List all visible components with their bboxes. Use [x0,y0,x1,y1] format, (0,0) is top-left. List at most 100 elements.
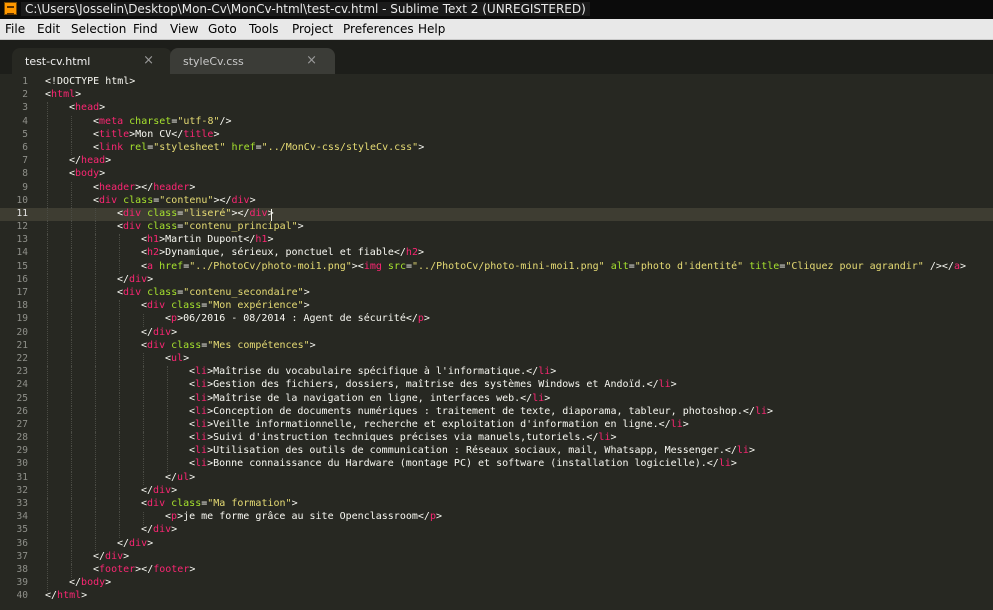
menu-project[interactable]: Project [292,22,333,36]
code-editor[interactable]: 1 2 3 4 5 6 7 8 9 10 11 12 13 14 15 16 17 18 19 20 21 22 23 24 2… [0,74,993,610]
code-line[interactable]: <li>Gestion des fichiers, dossiers, maît… [45,379,993,392]
code-line[interactable]: <li>Maîtrise de la navigation en ligne, … [45,393,993,406]
line-number: 13 [16,234,28,246]
line-number: 39 [16,577,28,589]
indent-guide [119,340,120,354]
code-line[interactable]: <div class="contenu"></div> [45,195,993,208]
code-token-plain: > [303,287,310,298]
code-line[interactable]: <footer></footer> [45,564,993,577]
code-token-plain: >Bonne connaissance du Hardware (montage… [207,458,719,470]
line-number: 21 [16,339,28,351]
code-line[interactable]: <li>Maîtrise du vocabulaire spécifique à… [45,366,993,379]
indent-guide [95,472,96,486]
code-line[interactable]: <div class="Ma formation"> [45,498,993,511]
indent-guide [119,524,120,538]
code-line[interactable]: <html> [45,89,993,102]
indent-guide [143,419,144,433]
code-token-attr: class [171,300,202,312]
code-line[interactable]: <li>Conception de documents numériques :… [45,406,993,419]
menu-goto[interactable]: Goto [208,22,237,36]
code-line[interactable]: <div class="Mes compétences"> [45,340,993,353]
code-line[interactable]: <!DOCTYPE html> [45,76,993,89]
code-line[interactable]: </div> [45,538,993,551]
code-line[interactable]: </div> [45,327,993,340]
menu-selection[interactable]: Selection [71,22,126,36]
code-line[interactable]: <li>Bonne connaissance du Hardware (mont… [45,458,993,471]
close-icon[interactable]: × [143,53,154,68]
code-line[interactable]: <div class="contenu_principal"> [45,221,993,234]
code-token-tag: li [195,432,208,444]
code-line[interactable]: </div> [45,551,993,564]
line-number: 35 [16,524,28,536]
code-line[interactable]: <a href="../PhotoCv/photo-moi1.png"><img… [45,261,993,274]
code-token-plain: > [291,498,298,509]
code-line[interactable]: <header></header> [45,182,993,195]
code-token-tag: div [105,550,124,562]
code-token-tag: html [57,590,82,602]
code-token-tag: h1 [147,234,160,246]
code-token-plain: > [213,128,220,140]
code-area[interactable]: <!DOCTYPE html> <html> <head> <meta charset… [45,76,993,604]
menu-preferences[interactable]: Preferences [343,22,414,36]
indent-guide [143,511,144,525]
code-line[interactable]: </html> [45,590,993,603]
code-line[interactable]: </body> [45,577,993,590]
menu-tools[interactable]: Tools [249,22,279,36]
indent-guide [71,485,72,499]
code-token-plain: > [183,352,190,364]
tab-stylecv-css[interactable]: styleCv.css × [170,48,335,74]
indent-guide [47,406,48,420]
indent-guide [95,406,96,420]
indent-guide [47,445,48,459]
code-token-tag: link [99,141,124,153]
code-line[interactable]: </div> [45,274,993,287]
code-token-plain: > [105,155,112,167]
code-token-attr: class [171,498,202,509]
code-line[interactable]: <h2>Dynamique, sérieux, ponctuel et fiab… [45,247,993,260]
line-number: 17 [16,287,28,298]
menu-view[interactable]: View [170,22,198,36]
code-line[interactable]: </div> [45,485,993,498]
code-line[interactable]: <h1>Martin Dupont</h1> [45,234,993,247]
code-line[interactable]: <div class="contenu_secondaire"> [45,287,993,300]
code-token-str: "../PhotoCv/photo-mini-moi1.png" [412,260,605,272]
indent-guide [167,445,168,459]
code-token-tag: li [195,392,208,404]
code-line[interactable]: <div class="liseré"></div> [45,208,993,221]
code-line[interactable]: <p>je me forme grâce au site Openclassro… [45,511,993,524]
indent-guide [119,326,120,340]
code-line[interactable]: </ul> [45,472,993,485]
tab-test-cv-html[interactable]: test-cv.html × [12,48,172,74]
menu-edit[interactable]: Edit [37,22,60,36]
close-icon[interactable]: × [306,53,317,68]
code-line[interactable]: <ul> [45,353,993,366]
code-line[interactable]: <body> [45,168,993,181]
code-line[interactable]: <head> [45,102,993,115]
code-token-str: "contenu" [159,194,214,206]
code-token-attr: alt [610,260,629,272]
code-line[interactable]: <title>Mon CV</title> [45,129,993,142]
code-token-plain: > [249,194,256,206]
indent-guide [47,234,48,248]
code-line[interactable]: <meta charset="utf-8"/> [45,116,993,129]
line-number: 10 [16,194,28,206]
code-token-tag: img [363,260,382,272]
code-line[interactable]: </head> [45,155,993,168]
indent-guide [119,458,120,472]
code-line[interactable]: <div class="Mon expérience"> [45,300,993,313]
line-number: 2 [22,89,28,101]
code-line[interactable]: <li>Suivi d'instruction techniques préci… [45,432,993,445]
code-token-plain: > [767,405,774,417]
indent-guide [71,340,72,354]
code-line[interactable]: </div> [45,524,993,537]
code-token-tag: div [153,326,172,338]
code-line[interactable]: <p>06/2016 - 08/2014 : Agent de sécurité… [45,313,993,326]
code-line[interactable]: <li>Utilisation des outils de communicat… [45,445,993,458]
indent-guide [71,274,72,288]
indent-guide [95,274,96,288]
code-line[interactable]: <li>Veille informationnelle, recherche e… [45,419,993,432]
menu-help[interactable]: Help [418,22,445,36]
menu-find[interactable]: Find [133,22,158,36]
menu-file[interactable]: File [5,22,25,36]
code-line[interactable]: <link rel="stylesheet" href="../MonCv-cs… [45,142,993,155]
